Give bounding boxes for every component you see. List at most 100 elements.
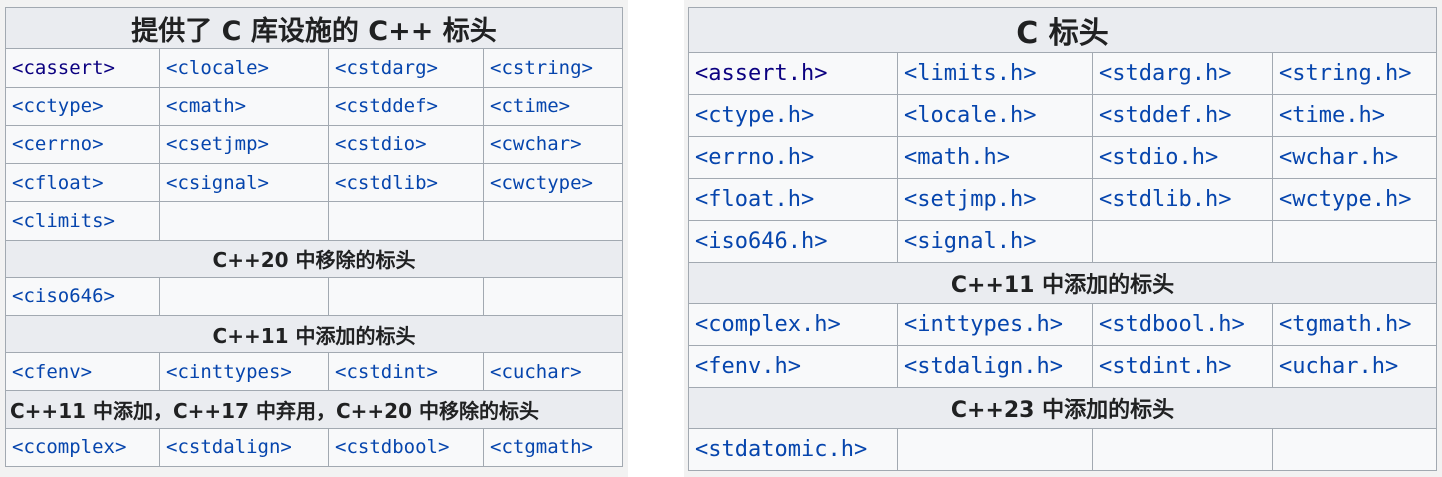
table-cell[interactable]: <csignal> (159, 163, 329, 203)
table-cell[interactable]: <complex.h> (688, 303, 898, 346)
table-cell[interactable]: <ctime> (482, 86, 624, 126)
header-link[interactable]: <complex.h> (695, 312, 841, 337)
header-link[interactable]: <csetjmp> (166, 133, 269, 155)
header-link[interactable]: <ctgmath> (490, 436, 593, 458)
header-link[interactable]: <math.h> (904, 145, 1010, 170)
table-cell[interactable]: <cwchar> (482, 124, 624, 165)
table-cell[interactable]: <stdalign.h> (897, 345, 1093, 388)
table-cell[interactable]: <cstring> (482, 48, 624, 88)
table-cell[interactable]: <stdarg.h> (1092, 52, 1273, 95)
header-link[interactable]: <stddef.h> (1099, 103, 1231, 128)
table-cell[interactable]: <cinttypes> (159, 352, 329, 392)
header-link[interactable]: <stdlib.h> (1099, 187, 1231, 212)
table-cell[interactable]: <ctype.h> (688, 94, 898, 137)
header-link[interactable]: <cstdlib> (335, 172, 438, 194)
header-link[interactable]: <stdint.h> (1099, 354, 1231, 379)
header-link[interactable]: <cuchar> (490, 361, 582, 383)
header-link[interactable]: <assert.h> (695, 61, 827, 86)
header-link[interactable]: <csignal> (166, 172, 269, 194)
table-cell[interactable]: <cstdalign> (159, 427, 329, 468)
table-cell[interactable]: <cfloat> (5, 163, 160, 203)
table-cell[interactable]: <math.h> (897, 136, 1093, 179)
table-cell[interactable]: <stddef.h> (1092, 94, 1273, 137)
header-link[interactable]: <locale.h> (904, 103, 1036, 128)
header-link[interactable]: <cmath> (166, 95, 246, 117)
header-link[interactable]: <cerrno> (12, 133, 104, 155)
header-link[interactable]: <iso646.h> (695, 229, 827, 254)
table-cell[interactable]: <cstdarg> (328, 48, 484, 88)
table-cell[interactable]: <cerrno> (5, 124, 160, 165)
header-link[interactable]: <float.h> (695, 187, 814, 212)
table-cell[interactable]: <stdatomic.h> (688, 428, 898, 471)
header-link[interactable]: <cstdbool> (335, 436, 449, 458)
header-link[interactable]: <climits> (12, 210, 115, 232)
header-link[interactable]: <time.h> (1279, 103, 1385, 128)
table-cell[interactable]: <float.h> (688, 178, 898, 221)
header-link[interactable]: <errno.h> (695, 145, 814, 170)
table-cell[interactable]: <wchar.h> (1271, 136, 1438, 179)
header-link[interactable]: <tgmath.h> (1279, 312, 1411, 337)
table-cell[interactable]: <limits.h> (897, 52, 1093, 95)
table-cell[interactable]: <cstddef> (328, 86, 484, 126)
header-link[interactable]: <cstddef> (335, 95, 438, 117)
header-link[interactable]: <wctype.h> (1279, 187, 1411, 212)
table-cell[interactable]: <climits> (5, 201, 160, 241)
table-cell[interactable]: <inttypes.h> (897, 303, 1093, 346)
table-cell[interactable]: <iso646.h> (688, 220, 898, 263)
header-link[interactable]: <cfenv> (12, 361, 92, 383)
table-cell[interactable]: <cstdio> (328, 124, 484, 165)
table-cell[interactable]: <cctype> (5, 86, 160, 126)
header-link[interactable]: <cwchar> (490, 133, 582, 155)
header-link[interactable]: <string.h> (1279, 61, 1411, 86)
header-link[interactable]: <cstring> (490, 57, 593, 79)
header-link[interactable]: <cctype> (12, 95, 104, 117)
table-cell[interactable]: <setjmp.h> (897, 178, 1093, 221)
header-link[interactable]: <cinttypes> (166, 361, 292, 383)
table-cell[interactable]: <errno.h> (688, 136, 898, 179)
table-cell[interactable]: <time.h> (1271, 94, 1438, 137)
table-cell[interactable]: <string.h> (1271, 52, 1438, 95)
header-link[interactable]: <stdarg.h> (1099, 61, 1231, 86)
header-link[interactable]: <cstdalign> (166, 436, 292, 458)
header-link[interactable]: <cassert> (12, 57, 115, 79)
header-link[interactable]: <ciso646> (12, 285, 115, 307)
header-link[interactable]: <wchar.h> (1279, 145, 1398, 170)
table-cell[interactable]: <fenv.h> (688, 345, 898, 388)
header-link[interactable]: <cwctype> (490, 172, 593, 194)
table-cell[interactable]: <stdio.h> (1092, 136, 1273, 179)
table-cell[interactable]: <wctype.h> (1271, 178, 1438, 221)
table-cell[interactable]: <cmath> (159, 86, 329, 126)
table-cell[interactable]: <cstdbool> (328, 427, 484, 468)
table-cell[interactable]: <cwctype> (482, 163, 624, 203)
header-link[interactable]: <limits.h> (904, 61, 1036, 86)
header-link[interactable]: <cstdint> (335, 361, 438, 383)
table-cell[interactable]: <csetjmp> (159, 124, 329, 165)
header-link[interactable]: <cfloat> (12, 172, 104, 194)
table-cell[interactable]: <cassert> (5, 48, 160, 88)
table-cell[interactable]: <signal.h> (897, 220, 1093, 263)
table-cell[interactable]: <cstdint> (328, 352, 484, 392)
table-cell[interactable]: <cstdlib> (328, 163, 484, 203)
table-cell[interactable]: <locale.h> (897, 94, 1093, 137)
header-link[interactable]: <cstdarg> (335, 57, 438, 79)
table-cell[interactable]: <ciso646> (5, 276, 160, 317)
header-link[interactable]: <stdalign.h> (904, 354, 1063, 379)
header-link[interactable]: <stdatomic.h> (695, 437, 867, 462)
table-cell[interactable]: <uchar.h> (1271, 345, 1438, 388)
header-link[interactable]: <stdio.h> (1099, 145, 1218, 170)
table-cell[interactable]: <assert.h> (688, 52, 898, 95)
header-link[interactable]: <ccomplex> (12, 436, 126, 458)
header-link[interactable]: <ctime> (490, 95, 570, 117)
header-link[interactable]: <clocale> (166, 57, 269, 79)
header-link[interactable]: <ctype.h> (695, 103, 814, 128)
table-cell[interactable]: <stdbool.h> (1092, 303, 1273, 346)
table-cell[interactable]: <clocale> (159, 48, 329, 88)
table-cell[interactable]: <tgmath.h> (1271, 303, 1438, 346)
header-link[interactable]: <inttypes.h> (904, 312, 1063, 337)
table-cell[interactable]: <cuchar> (482, 352, 624, 392)
header-link[interactable]: <setjmp.h> (904, 187, 1036, 212)
table-cell[interactable]: <stdint.h> (1092, 345, 1273, 388)
header-link[interactable]: <uchar.h> (1279, 354, 1398, 379)
header-link[interactable]: <fenv.h> (695, 354, 801, 379)
table-cell[interactable]: <ctgmath> (482, 427, 624, 468)
